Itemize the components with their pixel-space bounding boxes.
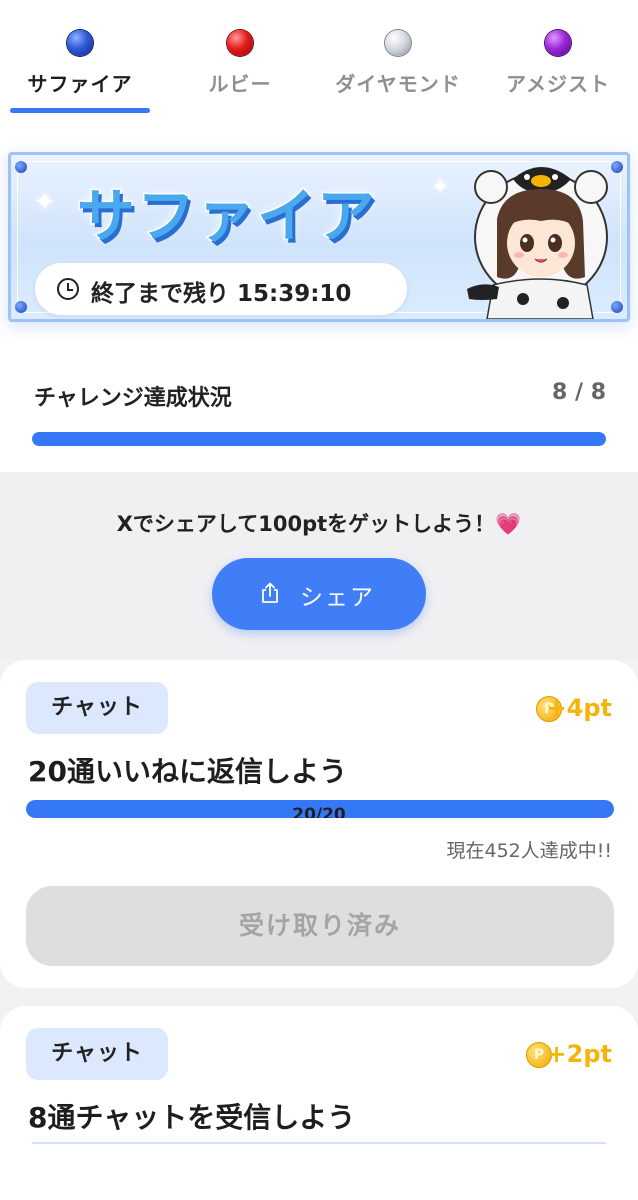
achievers-count: 現在452人達成中!! — [446, 840, 613, 862]
reward-points: +2pt — [546, 1040, 612, 1068]
progress-count: 8 / 8 — [552, 380, 606, 405]
event-banner: ✦ ✦ サファイア 終了まで残り 15:39:10 — [8, 152, 630, 322]
banner-title: サファイア — [75, 181, 378, 252]
tab-amethyst[interactable]: アメジスト — [478, 0, 638, 116]
tab-sapphire[interactable]: サファイア — [0, 0, 160, 116]
sparkle-icon: ✦ — [33, 185, 57, 218]
diamond-gem-icon — [385, 30, 411, 56]
challenge-progress-bar — [32, 1142, 606, 1144]
share-prompt-text: Xでシェアして100ptをゲットしよう！ — [116, 512, 496, 536]
share-prompt: Xでシェアして100ptをゲットしよう！💗 — [0, 508, 638, 538]
tab-label: ルビー — [208, 72, 272, 96]
amethyst-gem-icon — [545, 30, 571, 56]
share-button[interactable]: シェア — [212, 558, 426, 630]
share-button-label: シェア — [300, 585, 375, 611]
timer-text: 終了まで残り 15:39:10 — [91, 281, 352, 307]
tab-diamond[interactable]: ダイヤモンド — [318, 0, 478, 116]
tab-label: アメジスト — [506, 72, 610, 96]
challenge-progress-label: 20/20 — [292, 806, 346, 818]
share-icon — [262, 582, 278, 603]
challenge-title: 8通チャットを受信しよう — [28, 1101, 356, 1134]
banner-section: ✦ ✦ サファイア 終了まで残り 15:39:10 — [0, 116, 638, 342]
claimed-button[interactable]: 受け取り済み — [26, 886, 614, 966]
challenge-card: チャット P +2pt 8通チャットを受信しよう — [0, 1006, 638, 1200]
share-section: Xでシェアして100ptをゲットしよう！💗 シェア — [0, 472, 638, 660]
rivet-icon — [15, 161, 27, 173]
heart-icon: 💗 — [495, 512, 522, 536]
character-illustration — [467, 167, 608, 319]
tab-label: サファイア — [27, 72, 133, 96]
challenge-card: チャット P +4pt 20通いいねに返信しよう 20/20 現在452人達成中… — [0, 660, 638, 988]
category-tag: チャット — [26, 1028, 168, 1080]
reward-points: +4pt — [546, 694, 612, 722]
ruby-gem-icon — [227, 30, 253, 56]
progress-title: チャレンジ達成状況 — [34, 386, 232, 411]
overall-progress-fill — [32, 432, 606, 446]
sapphire-gem-icon — [67, 30, 93, 56]
tab-label: ダイヤモンド — [335, 72, 461, 96]
active-tab-indicator — [10, 108, 150, 113]
challenge-progress-section: チャレンジ達成状況 8 / 8 — [0, 342, 638, 472]
tab-ruby[interactable]: ルビー — [160, 0, 320, 116]
sparkle-icon: ✦ — [431, 175, 450, 200]
challenge-title: 20通いいねに返信しよう — [28, 755, 347, 788]
countdown-timer: 終了まで残り 15:39:10 — [35, 263, 407, 315]
rivet-icon — [15, 301, 27, 313]
gem-tab-bar: サファイア ルビー ダイヤモンド アメジスト — [0, 0, 638, 116]
overall-progress-bar — [32, 432, 606, 446]
clock-icon — [57, 278, 79, 300]
category-tag: チャット — [26, 682, 168, 734]
